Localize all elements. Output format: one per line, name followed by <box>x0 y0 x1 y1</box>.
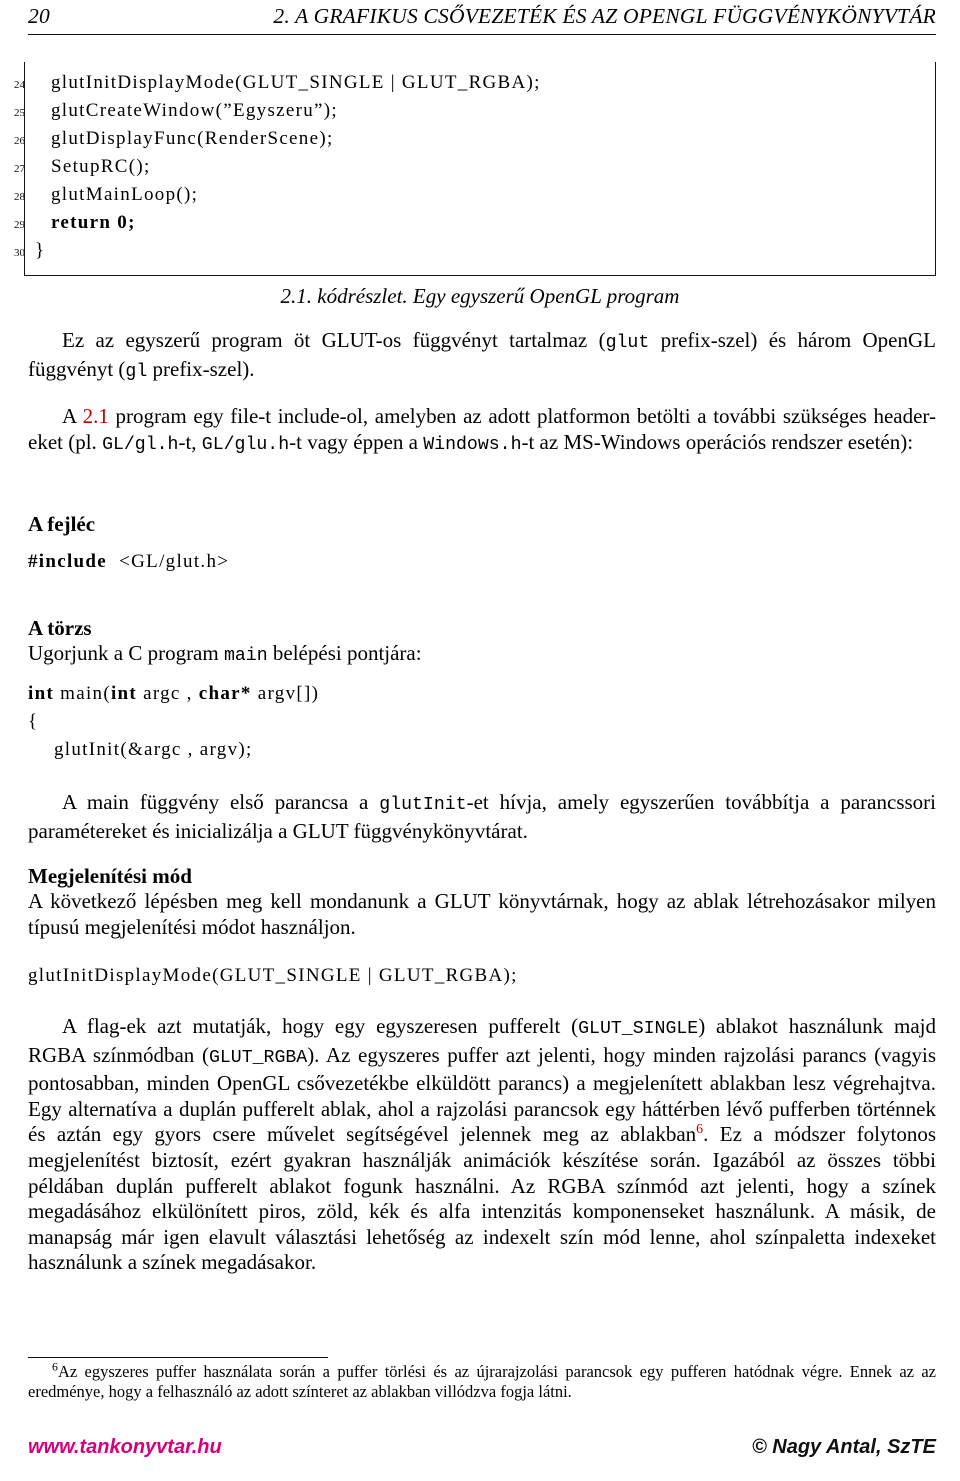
code-line-number: 24 <box>14 79 25 91</box>
subheading-body: A törzs <box>28 616 92 640</box>
subheading-header: A fejléc <box>28 512 96 536</box>
code-keyword-int-argc: int <box>110 683 138 704</box>
page-footer: www.tankonyvtar.hu © Nagy Antal, SzTE <box>28 1436 936 1459</box>
code-term-glu-h: GL/glu.h <box>201 434 290 455</box>
chapter-title: 2. A GRAFIKUS CSŐVEZETÉK ÉS AZ OPENGL FÜ… <box>273 4 936 28</box>
code-term-glutinit: glutInit <box>379 795 467 815</box>
code-keyword-int-return: int <box>28 683 55 704</box>
code-keyword-include: #include <box>28 551 108 572</box>
text-run: -t vagy éppen a <box>289 429 424 454</box>
code-term-glut: glut <box>605 333 650 353</box>
code-line-text: glutCreateWindow(”Egyszeru”); <box>51 100 339 121</box>
code-term-windows-h: Windows.h <box>423 434 522 455</box>
code-line-text: glutInitDisplayMode(GLUT_SINGLE | GLUT_R… <box>51 72 541 93</box>
cross-reference-link[interactable]: 2.1 <box>83 404 109 428</box>
listing-caption: 2.1. kódrészlet. Egy egyszerű OpenGL pro… <box>280 284 680 308</box>
code-snippet-open-brace: { <box>28 711 39 732</box>
code-line: 29 return 0; <box>14 209 935 237</box>
header-divider <box>28 34 936 35</box>
footnote-divider <box>28 1357 328 1358</box>
code-line: 30 } <box>14 237 935 265</box>
code-include-path: <GL/glut.h> <box>119 551 230 572</box>
footer-website-link[interactable]: www.tankonyvtar.hu <box>28 1436 222 1459</box>
code-snippet-glutinit: glutInit(&argc , argv); <box>54 739 253 760</box>
paragraph-glutinit-desc: A main függvény első parancsa a glutInit… <box>28 790 936 844</box>
footnote-text: 6Az egyszeres puffer használata során a … <box>28 1361 936 1402</box>
code-line-text: glutDisplayFunc(RenderScene); <box>51 128 334 149</box>
paragraph-intro: Ez az egyszerű program öt GLUT-os függvé… <box>28 328 936 385</box>
paragraph-include: A 2.1 program egy file-t include-ol, ame… <box>28 404 936 458</box>
code-line: 26 glutDisplayFunc(RenderScene); <box>14 125 935 153</box>
code-line-number: 28 <box>14 191 25 203</box>
code-line-number: 30 <box>14 247 25 259</box>
text-run: argc , <box>137 683 199 704</box>
code-line: 28 glutMainLoop(); <box>14 181 935 209</box>
code-line-text: SetupRC(); <box>51 156 151 177</box>
paragraph-main-entry: Ugorjunk a C program main belépési pontj… <box>28 641 936 670</box>
code-term-glut-single: GLUT_SINGLE <box>578 1019 699 1039</box>
text-run: belépési pontjára: <box>267 641 422 665</box>
text-run: -t, <box>178 429 202 454</box>
code-term-glut-rgba: GLUT_RGBA <box>208 1047 308 1068</box>
subheading-display-mode: Megjelenítési mód <box>28 864 192 888</box>
code-term-main: main <box>223 646 268 666</box>
footer-copyright: © Nagy Antal, SzTE <box>751 1436 936 1458</box>
text-run: -t az MS-Windows operációs rendszer eset… <box>521 429 914 454</box>
code-listing-block: 24 glutInitDisplayMode(GLUT_SINGLE | GLU… <box>14 62 936 276</box>
code-line-number: 26 <box>14 135 25 147</box>
paragraph-display-mode-desc: A következő lépésben meg kell mondanunk … <box>28 889 936 939</box>
paragraph-flags-desc: A flag-ek azt mutatják, hogy egy egyszer… <box>28 1014 936 1276</box>
text-run: A flag-ek azt mutatják, hogy egy egyszer… <box>62 1014 579 1038</box>
code-term-gl-h: GL/gl.h <box>102 434 179 455</box>
text-run: Az egyszeres puffer használata során a p… <box>28 1362 936 1401</box>
text-run: Ugorjunk a C program <box>28 641 224 665</box>
code-term-gl: gl <box>125 361 148 382</box>
text-run: prefix-szel). <box>147 356 255 381</box>
page-number: 20 <box>28 4 50 28</box>
code-line-text: } <box>35 240 46 261</box>
code-snippet-initdisplaymode: glutInitDisplayMode(GLUT_SINGLE | GLUT_R… <box>28 965 518 986</box>
code-line-text: glutMainLoop(); <box>51 184 199 205</box>
code-listing-rows: 24 glutInitDisplayMode(GLUT_SINGLE | GLU… <box>14 69 935 265</box>
text-run: A main függvény első parancsa a <box>62 790 380 814</box>
text-run: argv[]) <box>251 683 320 704</box>
code-line: 27 SetupRC(); <box>14 153 935 181</box>
code-line-number: 25 <box>14 107 25 119</box>
code-keyword-char-ptr: char* <box>198 683 252 704</box>
code-line-number: 29 <box>14 219 25 231</box>
text-run: main( <box>54 683 111 704</box>
code-snippet-include: #include <GL/glut.h> <box>28 548 229 576</box>
page-running-head: 20 2. A GRAFIKUS CSŐVEZETÉK ÉS AZ OPENGL… <box>28 4 936 29</box>
code-line-text: return 0; <box>51 212 136 233</box>
text-run: Ez az egyszerű program öt GLUT-os függvé… <box>62 328 606 352</box>
code-line: 24 glutInitDisplayMode(GLUT_SINGLE | GLU… <box>14 69 935 97</box>
code-line-number: 27 <box>14 163 25 175</box>
text-run: A <box>62 404 83 428</box>
code-snippet-main-signature: int main(int argc , char* argv[]) <box>28 680 319 708</box>
code-line: 25 glutCreateWindow(”Egyszeru”); <box>14 97 935 125</box>
